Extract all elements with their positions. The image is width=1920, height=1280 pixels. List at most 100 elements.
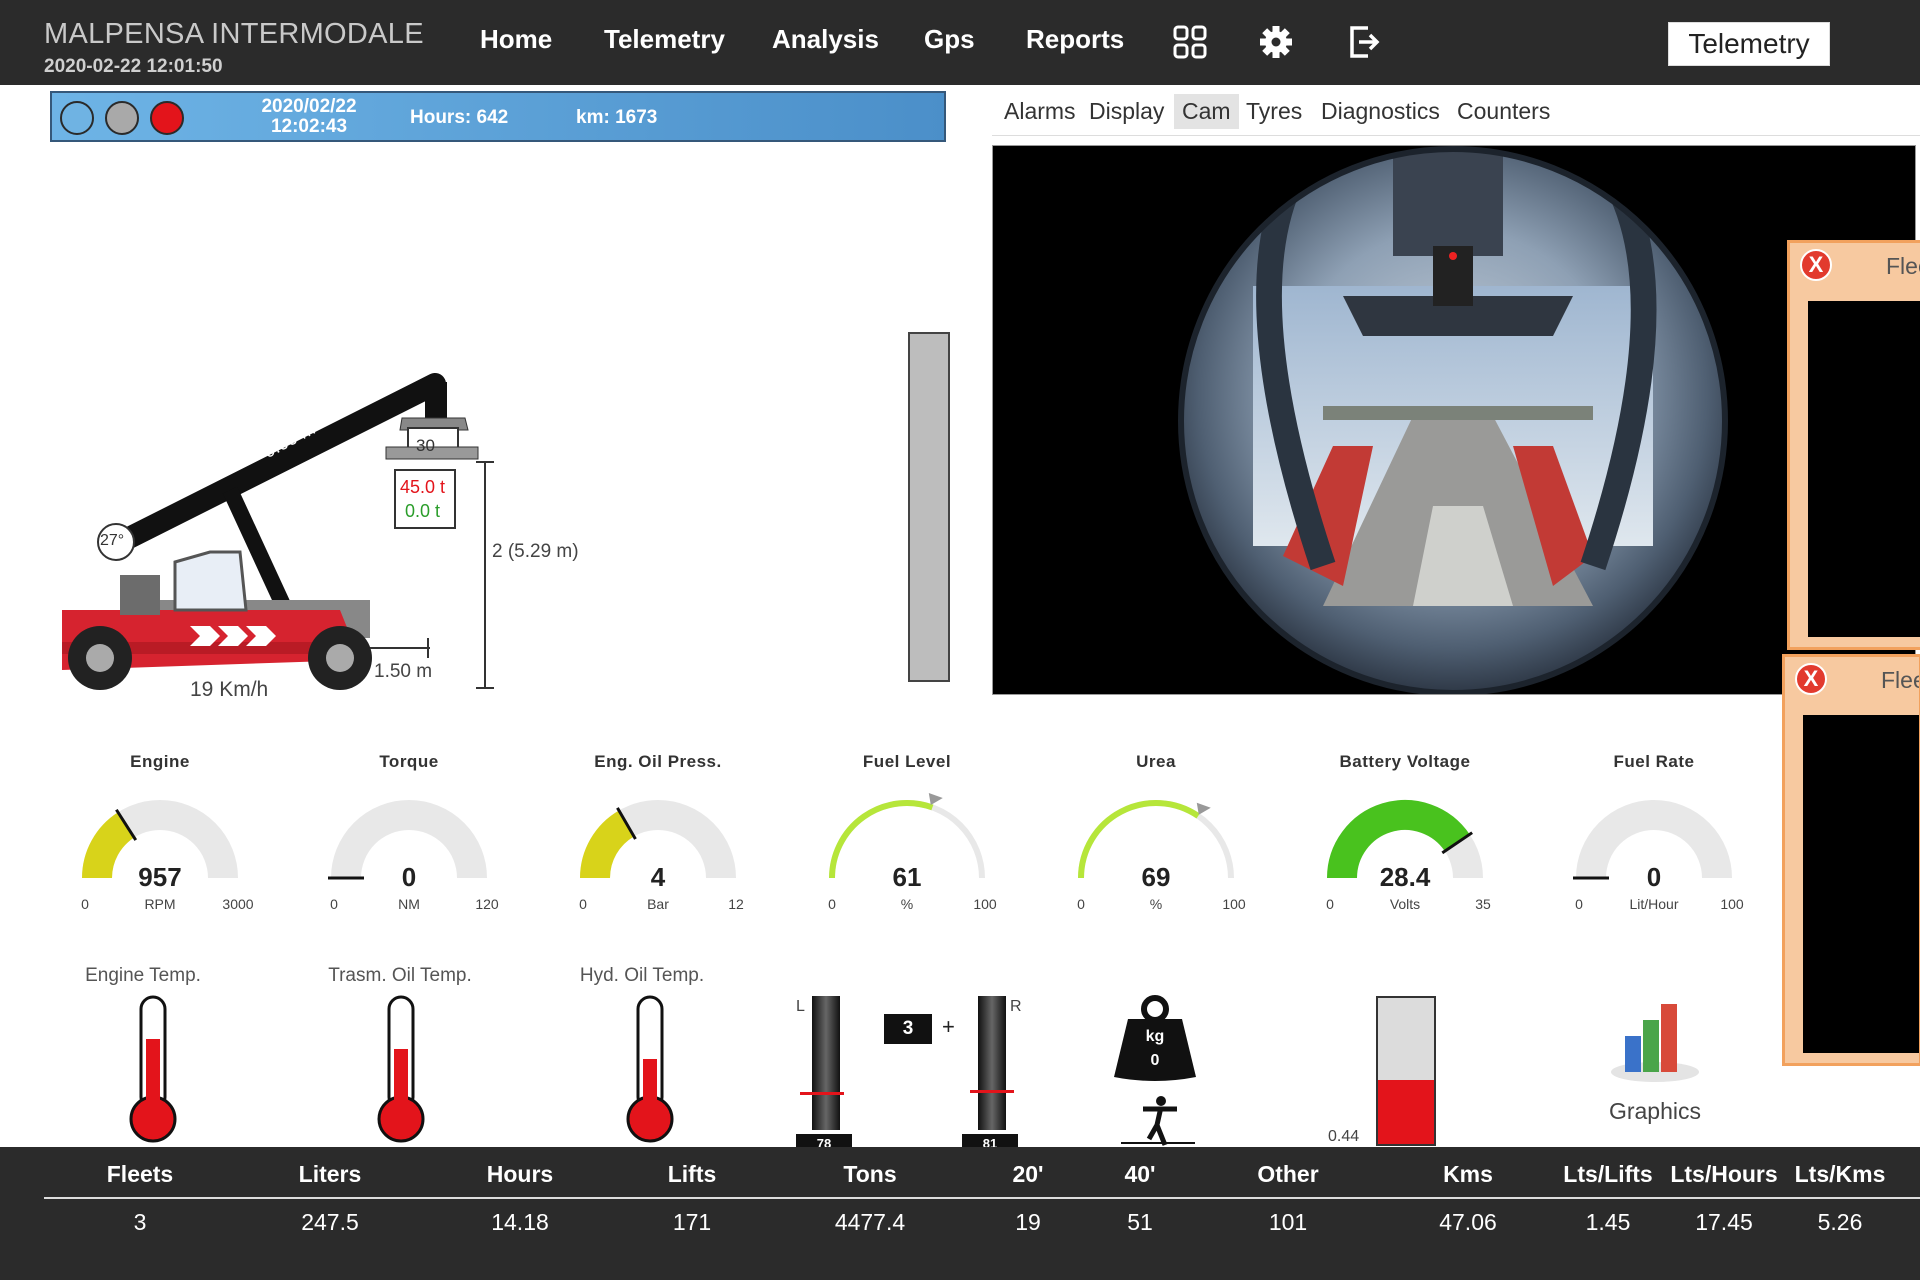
spreader-plus-label: +: [942, 1014, 955, 1039]
stat-header: 20': [1012, 1161, 1044, 1187]
thermometer-icon: [129, 995, 177, 1143]
stat-header: Liters: [298, 1161, 362, 1187]
gauge-value: 61: [892, 862, 922, 892]
load-label: 0.0 t: [405, 501, 441, 521]
header-datetime: 2020-02-22 12:01:50: [44, 56, 223, 77]
fleet-panel-body: [1803, 715, 1919, 1053]
stat-value: 19: [1015, 1209, 1041, 1235]
gauge-battery-voltage: Battery Voltage 28.4 Volts 0 35: [1305, 752, 1505, 922]
gauge-value: 957: [138, 862, 182, 892]
thermometer-fill: [394, 1049, 408, 1115]
status-light-gray: [105, 101, 139, 135]
reach-distance-label: 1.50 m: [374, 661, 433, 682]
close-icon[interactable]: X: [1795, 663, 1827, 695]
stat-value: 17.45: [1695, 1209, 1753, 1235]
close-icon[interactable]: X: [1800, 249, 1832, 281]
spreader-right-label: R: [1010, 998, 1022, 1015]
fisheye-camera-image: [1178, 146, 1728, 694]
lift-height-label: 2 (5.29 m): [492, 541, 579, 562]
gauge-min: 0: [579, 896, 587, 912]
tab-diagnostics[interactable]: Diagnostics: [1313, 94, 1448, 129]
gauge-min: 0: [1077, 896, 1085, 912]
stat-header: Kms: [1443, 1161, 1493, 1187]
gauge-min: 0: [1575, 896, 1583, 912]
gauge-max: 100: [973, 896, 997, 912]
gauge-marker: [928, 793, 943, 806]
stat-header: Other: [1257, 1161, 1319, 1187]
spreader-right-bar: [978, 996, 1006, 1130]
gauge-value: 4: [650, 862, 666, 892]
camera-view[interactable]: [992, 145, 1916, 695]
spreader-right-value: 81: [962, 1134, 1018, 1147]
gauge-fuel-rate: Fuel Rate 0 Lit/Hour 0 100: [1554, 752, 1754, 922]
gauge-value: 0: [1646, 862, 1662, 892]
graphics-button[interactable]: Graphics: [1590, 1000, 1720, 1140]
stats-divider: [44, 1197, 1920, 1199]
graphics-label: Graphics: [1608, 1098, 1702, 1124]
stat-value: 247.5: [301, 1209, 359, 1235]
status-light-blue: [60, 101, 94, 135]
gauge-title: Torque: [379, 752, 439, 771]
gauge-min: 0: [1326, 896, 1334, 912]
fleet-panel-title: Flee: [1886, 253, 1920, 279]
fleet-panel-1: X Flee: [1787, 240, 1920, 650]
status-hours: Hours: 642: [410, 107, 509, 128]
nav-gps[interactable]: Gps: [924, 24, 975, 55]
nav-analysis[interactable]: Analysis: [772, 24, 879, 55]
stat-value: 5.26: [1817, 1209, 1863, 1235]
gauge-engine: Engine 957 RPM 0 3000: [60, 752, 260, 922]
grid-icon[interactable]: [1172, 24, 1208, 60]
hyd-oil-temp-label: Hyd. Oil Temp.: [579, 965, 705, 986]
tab-display[interactable]: Display: [1081, 94, 1172, 129]
stat-value: 171: [672, 1209, 712, 1235]
fleet-panel-title: Flee: [1881, 667, 1919, 693]
vertical-level-bar: [908, 332, 950, 682]
stat-header: Hours: [486, 1161, 554, 1187]
tab-counters[interactable]: Counters: [1449, 94, 1558, 129]
gauge-max: 35: [1475, 896, 1491, 912]
gauge-max: 3000: [222, 896, 254, 912]
status-km: km: 1673: [576, 107, 658, 128]
stat-value: 1.45: [1585, 1209, 1631, 1235]
thermometer-fill: [643, 1059, 657, 1115]
status-time: 12:02:43: [270, 116, 348, 137]
gauge-max: 100: [1222, 896, 1246, 912]
stat-value: 51: [1127, 1209, 1153, 1235]
gauge-urea: Urea 69 % 0 100: [1056, 752, 1256, 922]
gauge-value: 0: [401, 862, 417, 892]
gear-icon[interactable]: [1258, 24, 1294, 60]
stat-header: Lifts: [667, 1161, 717, 1187]
gauge-value: 28.4: [1379, 862, 1431, 892]
gauge-max: 12: [728, 896, 744, 912]
tab-cam[interactable]: Cam: [1174, 94, 1239, 129]
spreader-left-marker: [800, 1092, 844, 1095]
tab-tyres[interactable]: Tyres: [1238, 94, 1310, 129]
spreader-count: 3: [884, 1014, 932, 1044]
stat-value: 14.18: [491, 1209, 549, 1235]
gauge-min: 0: [828, 896, 836, 912]
fleet-panel-2: X Flee: [1782, 654, 1920, 1066]
stat-header: 40': [1124, 1161, 1156, 1187]
gauge-min: 0: [330, 896, 338, 912]
gauge-title: Urea: [1136, 752, 1176, 771]
thermometer-fill: [146, 1039, 160, 1115]
gauge-title: Engine: [130, 752, 190, 771]
tab-bar: Alarms Display Cam Tyres Diagnostics Cou…: [992, 86, 1920, 136]
tab-alarms[interactable]: Alarms: [996, 94, 1084, 129]
nav-reports[interactable]: Reports: [1026, 24, 1124, 55]
thermometer-icon: [626, 995, 674, 1143]
stats-bar: Fleets 3 Liters 247.5 Hours 14.18 Lifts 171 Tons…: [0, 1147, 1920, 1280]
gauge-title: Fuel Rate: [1613, 752, 1695, 771]
status-bar: 2020/02/22 12:02:43 Hours: 642 km: 1673: [50, 91, 946, 142]
nav-telemetry[interactable]: Telemetry: [604, 24, 725, 55]
nav-home[interactable]: Home: [480, 24, 552, 55]
stat-value: 4477.4: [834, 1209, 906, 1235]
gauge-value: 69: [1141, 862, 1171, 892]
app-title: MALPENSA INTERMODALE: [44, 18, 424, 50]
fleet-panel-body: [1808, 301, 1920, 637]
logout-icon[interactable]: [1346, 24, 1382, 60]
stat-value: 47.06: [1439, 1209, 1497, 1235]
gauge-max: 100: [1720, 896, 1744, 912]
stat-header: Tons: [843, 1161, 897, 1187]
telemetry-mode-button[interactable]: Telemetry: [1668, 22, 1830, 66]
